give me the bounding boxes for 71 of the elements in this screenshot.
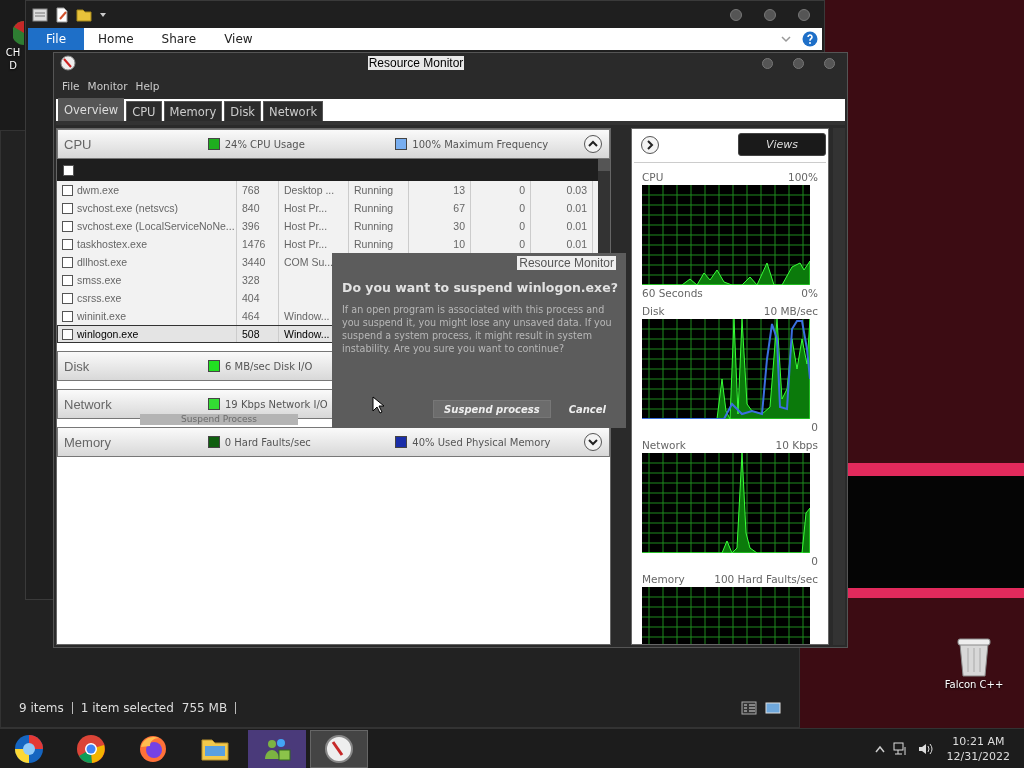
graph-title: Disk: [642, 305, 665, 317]
table-cell: svchost.exe (LocalServiceNoNe...: [77, 220, 235, 232]
table-cell: 67: [453, 202, 465, 214]
table-cell: Host Pr...: [284, 238, 328, 250]
table-cell: 30: [453, 220, 465, 232]
table-cell: 396: [242, 220, 260, 232]
table-cell: Running: [354, 220, 394, 232]
table-cell: COM Su...: [284, 256, 333, 268]
icon-label: CH: [5, 46, 21, 59]
table-cell: 0: [519, 238, 525, 250]
graph-max-label: 10 MB/sec: [763, 305, 818, 317]
section-title: CPU: [64, 136, 93, 152]
graph-min-label: 0%: [801, 287, 818, 299]
item-count: 9 items: [19, 701, 64, 715]
icon-label: D: [9, 59, 17, 72]
metric-label: 100% Maximum Frequency: [412, 138, 549, 150]
table-cell: 0.01: [566, 238, 587, 250]
metric-label: 40% Used Physical Memory: [412, 436, 551, 448]
section-title: Memory: [64, 434, 112, 450]
graph-min-label: 0: [811, 555, 818, 567]
table-cell: Window...: [284, 328, 330, 340]
table-cell: svchost.exe (netsvcs): [77, 202, 178, 214]
table-cell: 0: [519, 202, 525, 214]
graph-min-label: 0: [811, 421, 818, 433]
table-cell: 840: [242, 202, 260, 214]
table-cell: 464: [242, 310, 260, 322]
table-cell: 404: [242, 292, 260, 304]
graph-title: Network: [642, 439, 686, 451]
table-cell: wininit.exe: [77, 310, 127, 322]
table-cell: 328: [242, 274, 260, 286]
table-cell: Running: [354, 238, 394, 250]
metric-label: 6 MB/sec Disk I/O: [225, 360, 313, 372]
table-cell: 10: [453, 238, 465, 250]
metric-label: 0 Hard Faults/sec: [224, 436, 311, 448]
table-cell: 1476: [242, 238, 266, 250]
selection-info: 1 item selected: [80, 701, 174, 715]
table-cell: winlogon.exe: [77, 328, 139, 340]
section-title: Network: [64, 396, 113, 412]
table-cell: 508: [242, 328, 260, 340]
table-cell: taskhostex.exe: [77, 238, 148, 250]
time-span-label: 60 Seconds: [642, 287, 703, 299]
metric-label: 19 Kbps Network I/O: [225, 398, 328, 410]
table-cell: Running: [354, 184, 394, 196]
table-cell: 0.03: [566, 184, 587, 196]
metric-label: 24% CPU Usage: [224, 138, 305, 150]
icon-label: Falcon C++: [944, 678, 1004, 691]
selection-size: 755 MB: [181, 701, 228, 715]
graph-max-label: 10 Kbps: [775, 439, 818, 451]
table-cell: 0.01: [566, 202, 587, 214]
table-cell: 768: [242, 184, 260, 196]
table-cell: Desktop ...: [284, 184, 335, 196]
section-title: Disk: [64, 358, 91, 374]
table-cell: smss.exe: [77, 274, 122, 286]
graph-max-label: 100%: [787, 171, 818, 183]
graph-title: CPU: [642, 171, 664, 183]
table-cell: Window...: [284, 310, 330, 322]
graph-title: Memory: [642, 573, 685, 585]
table-cell: Host Pr...: [284, 202, 328, 214]
table-cell: 3440: [242, 256, 266, 268]
table-cell: csrss.exe: [77, 292, 122, 304]
table-cell: dllhost.exe: [77, 256, 128, 268]
table-cell: 0: [519, 220, 525, 232]
table-cell: 0.01: [566, 220, 587, 232]
table-cell: Host Pr...: [284, 220, 328, 232]
table-cell: 13: [453, 184, 465, 196]
table-cell: dwm.exe: [77, 184, 119, 196]
dialog-title: Resource Monitor: [517, 256, 616, 270]
table-cell: 0: [519, 184, 525, 196]
graph-max-label: 100 Hard Faults/sec: [714, 573, 818, 585]
table-cell: Running: [354, 202, 394, 214]
window-title: Resource Monitor: [367, 56, 465, 70]
